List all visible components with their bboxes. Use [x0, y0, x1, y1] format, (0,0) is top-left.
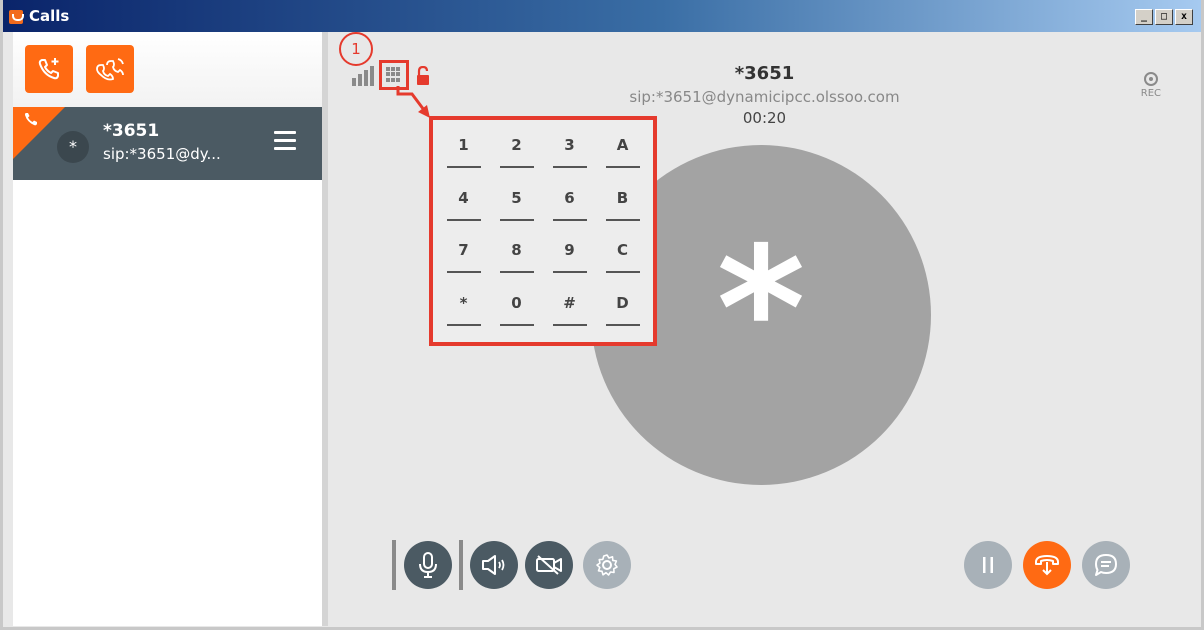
- call-list-item[interactable]: * *3651 sip:*3651@dy...: [13, 107, 322, 180]
- dialpad-key[interactable]: 1: [437, 126, 490, 179]
- dialpad-key[interactable]: 7: [437, 231, 490, 284]
- hold-button[interactable]: [964, 541, 1012, 589]
- dialpad-key[interactable]: B: [596, 179, 649, 232]
- step-badge: 1: [339, 32, 373, 66]
- dialpad-key[interactable]: 4: [437, 179, 490, 232]
- controls-separator: [392, 540, 396, 590]
- maximize-button[interactable]: □: [1155, 9, 1173, 25]
- video-button[interactable]: [525, 541, 573, 589]
- microphone-icon: [419, 552, 437, 578]
- dialpad-key[interactable]: 2: [490, 126, 543, 179]
- title-bar: Calls _ □ x: [3, 0, 1201, 32]
- conference-icon: [96, 58, 124, 81]
- app-icon: [9, 10, 24, 24]
- chat-button[interactable]: [1082, 541, 1130, 589]
- call-sip-address: sip:*3651@dynamicipcc.olssoo.com: [629, 88, 900, 106]
- dialpad-key[interactable]: 0: [490, 284, 543, 337]
- contact-name: *3651: [103, 121, 160, 141]
- new-call-button[interactable]: [25, 45, 73, 93]
- sidebar-toolbar: [13, 32, 322, 107]
- video-off-icon: [536, 555, 562, 575]
- speaker-icon: [482, 555, 505, 575]
- transfer-button[interactable]: [1023, 541, 1071, 589]
- pause-icon: [983, 557, 993, 573]
- call-contact-name: *3651: [734, 63, 795, 84]
- dialpad-grid: 1 2 3 A 4 5 6 B 7 8 9 C * 0 # D: [437, 126, 649, 336]
- sidebar: * *3651 sip:*3651@dy...: [13, 32, 322, 626]
- dialpad-key[interactable]: 8: [490, 231, 543, 284]
- conference-button[interactable]: [86, 45, 134, 93]
- minimize-button[interactable]: _: [1135, 9, 1153, 25]
- transfer-icon: [1035, 555, 1059, 576]
- call-panel: 1 *3651 sip:*3651@dynamicipcc.olssoo.com…: [328, 32, 1201, 626]
- phone-plus-icon: [38, 58, 59, 80]
- dialpad: 1 2 3 A 4 5 6 B 7 8 9 C * 0 # D: [429, 116, 657, 346]
- mute-button[interactable]: [404, 541, 452, 589]
- dialpad-key[interactable]: C: [596, 231, 649, 284]
- dialpad-key[interactable]: *: [437, 284, 490, 337]
- settings-button[interactable]: [583, 541, 631, 589]
- dialpad-key[interactable]: A: [596, 126, 649, 179]
- record-icon: [1143, 72, 1158, 86]
- close-button[interactable]: x: [1175, 9, 1193, 25]
- gear-icon: [596, 554, 618, 576]
- phone-icon: [25, 113, 37, 126]
- hamburger-menu-icon[interactable]: [274, 131, 296, 155]
- dialpad-key[interactable]: 6: [543, 179, 596, 232]
- dialpad-key[interactable]: #: [543, 284, 596, 337]
- dialpad-key[interactable]: 3: [543, 126, 596, 179]
- contact-avatar: *: [57, 131, 89, 163]
- calls-window: Calls _ □ x * *3651 sip:*3651@dy... 1 *3…: [0, 0, 1204, 630]
- dialpad-key[interactable]: 9: [543, 231, 596, 284]
- dialpad-key[interactable]: D: [596, 284, 649, 337]
- chat-icon: [1095, 554, 1117, 576]
- speaker-button[interactable]: [470, 541, 518, 589]
- window-title: Calls: [29, 7, 70, 25]
- contact-sip: sip:*3651@dy...: [103, 145, 221, 163]
- window-controls: _ □ x: [1135, 9, 1193, 25]
- record-button[interactable]: REC: [1141, 72, 1161, 99]
- controls-separator: [459, 540, 463, 590]
- record-label: REC: [1140, 88, 1161, 99]
- dialpad-key[interactable]: 5: [490, 179, 543, 232]
